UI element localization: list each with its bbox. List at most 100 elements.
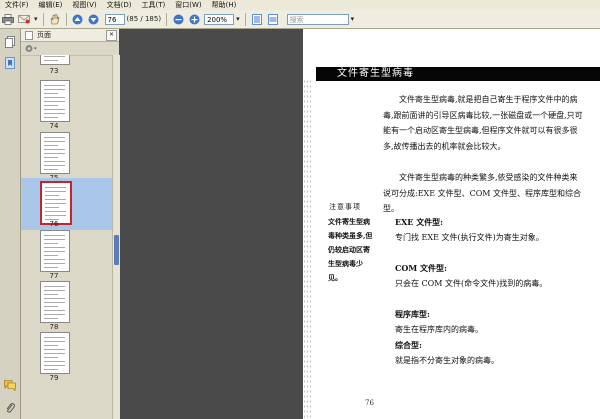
- item-heading-exe: EXE 文件型:: [395, 217, 444, 227]
- thumbnail-text-line: [44, 149, 65, 150]
- document-view[interactable]: 文件寄生型病毒 文件寄生型病毒,就是把自己寄生于程序文件中的病毒,跟前面讲的引导…: [120, 29, 600, 419]
- dropdown-arrow-icon[interactable]: ▾: [34, 15, 38, 23]
- page-number-input[interactable]: 76: [104, 13, 125, 25]
- thumbnail-text-line: [44, 251, 65, 252]
- zoom-in-icon: [189, 14, 200, 24]
- thumbnail-text-line: [44, 286, 65, 287]
- thumbnail-text-line: [45, 187, 66, 188]
- paragraph-2: 文件寄生型病毒的种类繁多,依受感染的文件种类来说可分成:EXE 文件型、COM …: [383, 173, 582, 213]
- thumbnail-text-line: [44, 137, 65, 138]
- thumbnail-76[interactable]: 76: [21, 178, 112, 230]
- menu-file[interactable]: 文件(F): [0, 0, 34, 10]
- thumbnail-75[interactable]: 75: [21, 132, 112, 182]
- pages-panel-icon[interactable]: [3, 35, 16, 48]
- thumbnail-text-line: [44, 105, 58, 106]
- item-text-library: 寄生在程序库内的病毒。: [395, 325, 483, 334]
- fit-page-button[interactable]: [250, 12, 264, 26]
- next-page-button[interactable]: [87, 12, 101, 26]
- menu-edit[interactable]: 编辑(E): [34, 0, 68, 10]
- scrollbar-thumb[interactable]: [114, 235, 119, 265]
- thumbnail-text-line: [44, 101, 65, 102]
- thumbnail-text-line: [44, 306, 58, 307]
- thumbnail-page: [40, 230, 70, 272]
- thumbnail-text-line: [44, 56, 65, 57]
- menu-help[interactable]: 帮助(H): [207, 0, 242, 10]
- thumbnail-text-line: [44, 369, 58, 370]
- thumbnail-text-line: [44, 243, 58, 244]
- thumbnail-text-line: [45, 211, 66, 212]
- thumbnail-text-line: [45, 203, 66, 204]
- thumbnail-text-line: [44, 259, 65, 260]
- search-input[interactable]: 搜索: [286, 13, 349, 25]
- thumbnail-text-line: [44, 97, 65, 98]
- thumbnail-text-line: [45, 195, 59, 196]
- thumbnail-77[interactable]: 77: [21, 230, 112, 280]
- thumbnail-text-line: [44, 302, 65, 303]
- thumbnail-text-line: [44, 294, 58, 295]
- thumbnail-text-line: [44, 161, 65, 162]
- print-button[interactable]: [1, 12, 15, 26]
- thumbnail-page: [40, 281, 70, 323]
- menu-window[interactable]: 窗口(W): [170, 0, 206, 10]
- zoom-level-select[interactable]: 200%: [204, 13, 235, 25]
- section-title: 文件寄生型病毒: [337, 68, 414, 79]
- thumbnail-page: [40, 332, 70, 374]
- thumbnail-text-line: [44, 353, 65, 354]
- thumbnail-scrollbar[interactable]: [112, 55, 120, 419]
- fit-width-button[interactable]: [266, 12, 280, 26]
- thumbnail-page: [40, 132, 70, 174]
- options-icon[interactable]: [25, 44, 37, 53]
- thumbnail-page: [40, 80, 70, 122]
- menu-document[interactable]: 文档(D): [102, 0, 137, 10]
- search-dropdown-icon[interactable]: ▾: [351, 15, 355, 23]
- item-heading-library: 程序库型:: [395, 309, 430, 319]
- paragraph-1: 文件寄生型病毒,就是把自己寄生于程序文件中的病毒,跟前面讲的引导区病毒比较,一张…: [383, 95, 583, 151]
- thumbnail-text-line: [44, 290, 65, 291]
- thumbnail-text-line: [44, 117, 58, 118]
- zoom-in-button[interactable]: [187, 12, 201, 26]
- toolbar-separator: [42, 12, 44, 26]
- thumbnail-text-line: [44, 141, 65, 142]
- sidebar-heading: 注意事项: [329, 203, 361, 211]
- thumbnail-text-line: [44, 361, 65, 362]
- toolbar: ▾ 76 (85 / 185) 200% ▾ 搜索 ▾: [0, 10, 600, 29]
- zoom-out-button[interactable]: [171, 12, 185, 26]
- bookmarks-panel-icon[interactable]: [3, 56, 16, 69]
- thumbnail-text-line: [44, 153, 65, 154]
- attachment-icon[interactable]: [3, 401, 16, 414]
- thumbnail-text-line: [44, 113, 65, 114]
- email-button[interactable]: [17, 12, 31, 26]
- thumbnail-text-line: [44, 341, 65, 342]
- thumbnail-text-line: [45, 199, 66, 200]
- fit-width-icon: [267, 13, 278, 25]
- thumbnail-label: 74: [49, 122, 59, 130]
- thumbnail-79[interactable]: 79: [21, 332, 112, 382]
- thumbnail-text-line: [44, 89, 65, 90]
- menu-tools[interactable]: 工具(T): [137, 0, 171, 10]
- thumbnail-list[interactable]: 73 74 75 76 77 78 79: [21, 55, 112, 419]
- thumbnail-label: 77: [49, 272, 59, 280]
- close-panel-icon[interactable]: ×: [106, 30, 117, 41]
- prev-page-button[interactable]: [71, 12, 85, 26]
- thumbnail-78[interactable]: 78: [21, 281, 112, 331]
- thumbnail-text-line: [44, 60, 58, 61]
- mail-icon: [18, 15, 30, 24]
- arrow-up-icon: [72, 14, 83, 24]
- thumbnail-text-line: [44, 255, 58, 256]
- thumbnail-74[interactable]: 74: [21, 80, 112, 130]
- thumbnail-text-line: [44, 145, 58, 146]
- thumbnail-text-line: [44, 239, 65, 240]
- thumbnail-text-line: [44, 85, 65, 86]
- thumbnail-text-line: [44, 314, 65, 315]
- thumbnail-text-line: [44, 349, 65, 350]
- menu-view[interactable]: 视图(V): [67, 0, 101, 10]
- arrow-down-icon: [88, 14, 99, 24]
- thumbnail-text-line: [44, 169, 58, 170]
- thumbnail-text-line: [44, 365, 65, 366]
- fit-page-icon: [251, 13, 262, 25]
- item-heading-mixed: 综合型:: [395, 340, 422, 350]
- panel-options-bar: [21, 42, 119, 56]
- hand-tool-button[interactable]: [48, 12, 62, 26]
- comments-icon[interactable]: [3, 379, 16, 392]
- chevron-down-icon[interactable]: ▾: [236, 15, 240, 23]
